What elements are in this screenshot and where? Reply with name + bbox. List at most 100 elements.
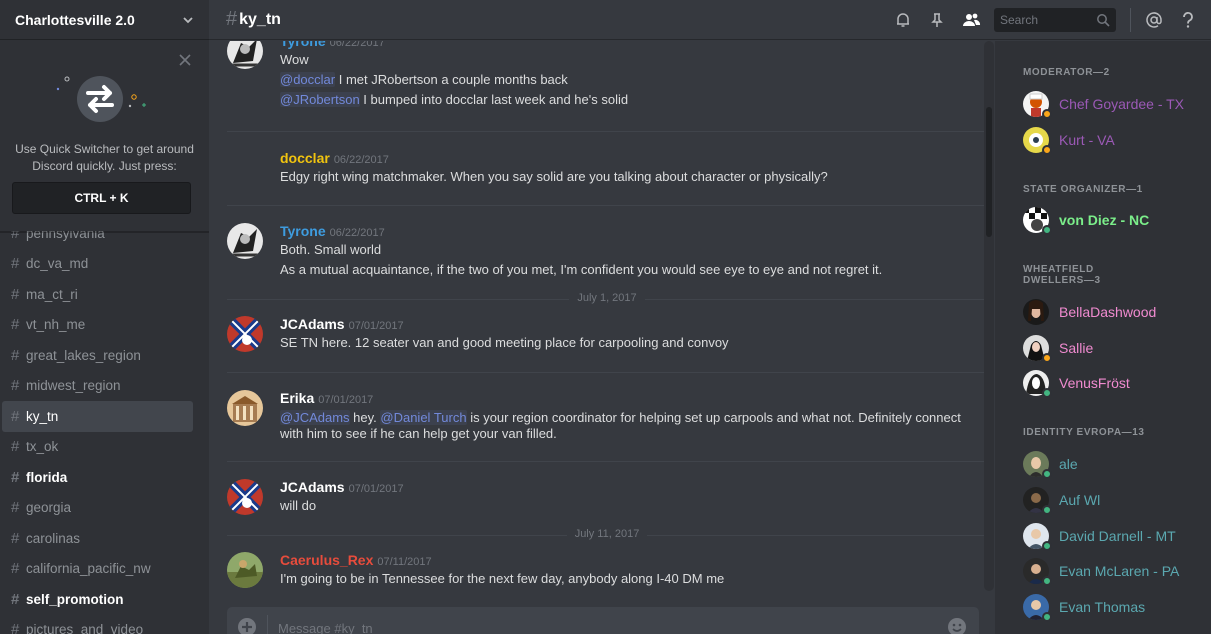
message-line: will do [280,496,984,516]
avatar [1023,91,1052,119]
member-item[interactable]: Auf Wl [1023,484,1203,516]
channel-name: dc_va_md [26,256,89,272]
hash-icon: # [11,468,20,486]
channel-item[interactable]: # midwest_region [2,371,193,402]
message-body: Erika 07/01/2017 @JCAdams hey. @Daniel Tu… [280,390,984,442]
member-list: MODERATOR—2 Chef Goyardee - TX Kurt - VA… [995,41,1211,634]
hash-icon: # [11,255,20,273]
hash-icon: # [226,8,238,30]
hash-icon: # [11,316,20,334]
user-mention[interactable]: @JRobertson [280,92,360,107]
search-box[interactable] [994,7,1116,32]
close-icon[interactable] [178,53,192,67]
message-scrollbar[interactable] [984,41,994,591]
mention-icon[interactable] [1143,9,1165,31]
channel-item[interactable]: # georgia [2,493,193,524]
date-divider-text: July 1, 2017 [569,292,645,304]
scrollbar-thumb[interactable] [986,107,992,237]
avatar [1023,487,1052,515]
channel-name: tx_ok [26,439,59,455]
message-author[interactable]: Tyrone [280,223,326,239]
message-divider [227,131,984,132]
upload-plus-icon[interactable] [237,617,257,634]
member-item[interactable]: BellaDashwood [1023,296,1203,328]
member-item[interactable]: VenusFröst [1023,367,1203,399]
role-header: IDENTITY EVROPA—13 [1023,427,1145,438]
avatar [1023,207,1052,235]
role-header: WHEATFIELD DWELLERS—3 [1023,264,1101,286]
avatar[interactable] [227,479,263,515]
emoji-icon[interactable] [947,617,967,634]
channel-item[interactable]: # great_lakes_region [2,340,193,371]
user-mention[interactable]: @Daniel Turch [380,410,467,425]
hash-icon: # [11,285,20,303]
member-name: VenusFröst [1059,375,1130,391]
hash-icon: # [11,529,20,547]
avatar[interactable] [227,41,263,69]
user-mention[interactable]: @docclar [280,72,336,87]
message-author[interactable]: Erika [280,390,314,406]
status-dot [1042,505,1052,515]
channel-item[interactable]: # self_promotion [2,584,193,615]
role-header: MODERATOR—2 [1023,67,1110,78]
date-divider-text: July 11, 2017 [566,528,648,540]
message-timestamp: 07/11/2017 [377,556,432,568]
member-item[interactable]: Evan McLaren - PA [1023,555,1203,587]
status-dot [1042,576,1052,586]
channel-item[interactable]: # ma_ct_ri [2,279,193,310]
avatar[interactable] [227,390,263,426]
chevron-down-icon [183,16,193,23]
member-item[interactable]: Evan Thomas [1023,591,1203,623]
channel-item[interactable]: # pictures_and_video [2,615,193,634]
member-name: David Darnell - MT [1059,528,1176,544]
channel-name: ky_tn [26,408,59,424]
avatar[interactable] [227,223,263,259]
member-item[interactable]: Sallie [1023,332,1203,364]
message-author[interactable]: Tyrone [280,41,326,49]
search-icon [1097,13,1110,27]
channel-item[interactable]: # vt_nh_me [2,310,193,341]
user-mention[interactable]: @JCAdams [280,410,350,425]
channel-name: carolinas [26,530,81,546]
member-name: Kurt - VA [1059,132,1115,148]
hash-icon: # [11,590,20,608]
message-line: @JRobertson I bumped into docclar last w… [280,90,984,110]
channel-item[interactable]: # dc_va_md [2,249,193,280]
members-icon[interactable] [960,9,982,31]
channel-name: vt_nh_me [26,317,86,333]
role-header: STATE ORGANIZER—1 [1023,184,1143,195]
composer-divider [267,615,268,634]
message-text: I'm going to be in Tennessee for the nex… [280,571,725,586]
member-item[interactable]: Kurt - VA [1023,124,1203,156]
server-header[interactable]: Charlottesville 2.0 [0,0,209,40]
message-body: JCAdams 07/01/2017 SE TN here. 12 seater … [280,316,984,353]
avatar[interactable] [227,552,263,588]
member-item[interactable]: David Darnell - MT [1023,520,1203,552]
quick-switcher-illustration [56,76,146,122]
message-author[interactable]: JCAdams [280,479,345,495]
member-item[interactable]: ale [1023,448,1203,480]
member-item[interactable]: von Diez - NC [1023,204,1203,236]
channel-item[interactable]: # tx_ok [2,432,193,463]
help-icon[interactable] [1177,9,1199,31]
member-name: ale [1059,456,1078,472]
message-body: Tyrone 06/22/2017 Both. Small world As a … [280,223,984,280]
avatar[interactable] [227,316,263,352]
message-input[interactable] [278,620,947,634]
message-author[interactable]: Caerulus_Rex [280,552,373,568]
channel-item[interactable]: # carolinas [2,523,193,554]
search-input[interactable] [1000,12,1096,27]
channel-item[interactable]: # florida [2,462,193,493]
channel-item[interactable]: # california_pacific_nw [2,554,193,585]
bell-icon[interactable] [892,9,914,31]
message-line: I'm going to be in Tennessee for the nex… [280,569,984,589]
status-dot [1042,469,1052,479]
pin-icon[interactable] [926,9,948,31]
hash-icon: # [11,407,20,425]
message-author[interactable]: JCAdams [280,316,345,332]
channel-item[interactable]: # ky_tn [2,401,193,432]
message-author[interactable]: docclar [280,150,330,166]
channel-list: # pennsylvania # dc_va_md # ma_ct_ri # vt_nh… [0,218,209,634]
shortcut-button[interactable]: CTRL + K [12,182,191,214]
member-item[interactable]: Chef Goyardee - TX [1023,88,1203,120]
